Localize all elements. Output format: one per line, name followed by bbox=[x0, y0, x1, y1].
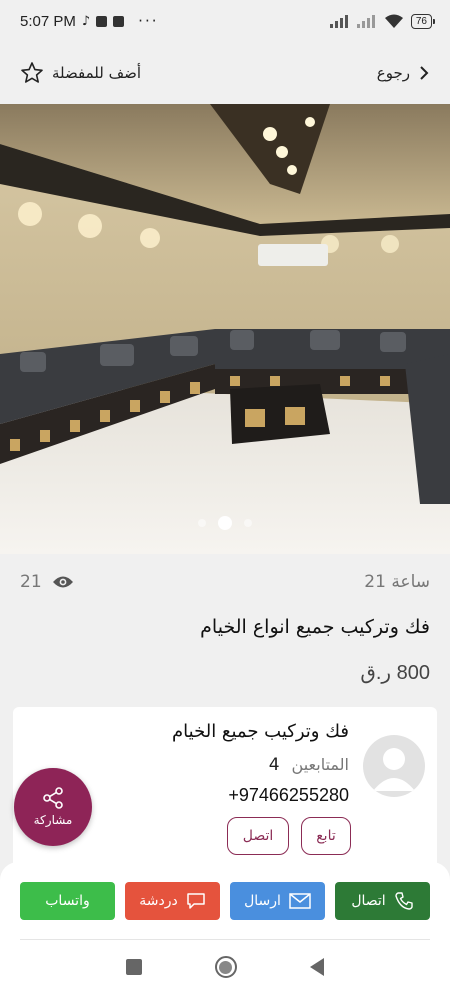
seller-phone[interactable]: +97466255280 bbox=[228, 785, 349, 806]
add-to-favorites-button[interactable]: أضف للمفضلة bbox=[20, 61, 141, 85]
avatar[interactable] bbox=[363, 735, 425, 797]
gallery-dot[interactable] bbox=[198, 519, 206, 527]
followers-row: المتابعين 4 bbox=[269, 755, 349, 775]
top-header: أضف للمفضلة رجوع bbox=[0, 42, 450, 104]
back-label: رجوع bbox=[376, 64, 410, 82]
home-icon[interactable] bbox=[214, 956, 237, 978]
follow-button[interactable]: تابع bbox=[301, 817, 351, 855]
share-icon bbox=[43, 787, 63, 809]
gallery-indicator bbox=[0, 516, 450, 530]
listing-meta: 21 21 ساعة bbox=[20, 572, 430, 592]
followers-count: 4 bbox=[268, 755, 280, 775]
whatsapp-button[interactable]: واتساب bbox=[20, 882, 115, 920]
favorites-label: أضف للمفضلة bbox=[52, 64, 142, 82]
send-button[interactable]: ارسال bbox=[230, 882, 325, 920]
chevron-right-icon bbox=[420, 66, 429, 80]
wifi-icon bbox=[384, 14, 403, 28]
notification-icon bbox=[96, 15, 108, 27]
seller-name[interactable]: فك وتركيب جميع الخيام bbox=[172, 721, 349, 742]
listing-image[interactable] bbox=[0, 104, 450, 554]
star-icon bbox=[21, 62, 43, 83]
views-number: 21 bbox=[20, 572, 42, 592]
chat-bubble-icon bbox=[186, 893, 205, 909]
views-count: 21 bbox=[20, 572, 74, 592]
user-placeholder-icon bbox=[373, 748, 415, 791]
action-buttons: واتساب دردشة ارسال اتصال bbox=[20, 882, 430, 920]
share-button[interactable]: مشاركة bbox=[14, 768, 92, 846]
chat-button[interactable]: دردشة bbox=[125, 882, 220, 920]
tent-interior-photo bbox=[0, 104, 450, 554]
call-label: اتصال bbox=[351, 893, 386, 909]
contact-seller-button[interactable]: اتصل bbox=[227, 817, 289, 855]
notification-icon-2 bbox=[113, 15, 125, 27]
system-nav-bar bbox=[0, 956, 450, 978]
status-bar: 5:07 PM ♪ ··· 76 bbox=[0, 0, 450, 42]
listing-price: 800 ر.ق bbox=[360, 662, 430, 684]
eye-icon bbox=[52, 576, 73, 588]
listing-title: فك وتركيب جميع انواع الخيام bbox=[200, 616, 430, 638]
status-right: 76 bbox=[329, 13, 436, 29]
time-ago: 21 ساعة bbox=[364, 572, 430, 592]
battery-icon: 76 bbox=[410, 13, 436, 29]
more-notifications-icon: ··· bbox=[138, 12, 159, 30]
back-button[interactable]: رجوع bbox=[377, 64, 430, 82]
divider bbox=[20, 939, 430, 940]
phone-icon bbox=[394, 892, 413, 910]
status-time: 5:07 PM bbox=[20, 12, 76, 30]
whatsapp-label: واتساب bbox=[45, 893, 90, 909]
chat-label: دردشة bbox=[139, 893, 178, 909]
signal-icon bbox=[329, 15, 348, 28]
gallery-dot[interactable] bbox=[244, 519, 252, 527]
recent-apps-icon[interactable] bbox=[126, 959, 143, 975]
back-triangle-icon[interactable] bbox=[309, 958, 324, 976]
send-label: ارسال bbox=[244, 893, 281, 909]
status-left: 5:07 PM ♪ ··· bbox=[20, 12, 158, 30]
bottom-bar: واتساب دردشة ارسال اتصال bbox=[0, 862, 450, 1000]
signal-icon-2 bbox=[356, 15, 375, 28]
share-label: مشاركة bbox=[33, 813, 73, 827]
gallery-dot-active[interactable] bbox=[218, 516, 232, 530]
call-button[interactable]: اتصال bbox=[335, 882, 430, 920]
tiktok-icon: ♪ bbox=[81, 13, 91, 29]
followers-label: المتابعين bbox=[291, 755, 349, 774]
envelope-icon bbox=[289, 893, 311, 909]
seller-actions: اتصل تابع bbox=[227, 817, 351, 855]
